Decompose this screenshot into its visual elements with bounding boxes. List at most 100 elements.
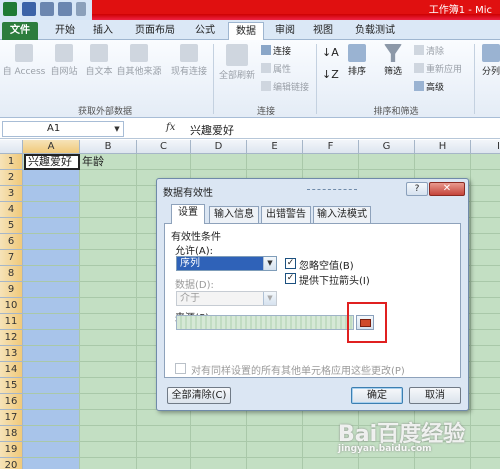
- ok-button[interactable]: 确定: [351, 387, 403, 404]
- row-header-7[interactable]: 7: [0, 250, 23, 266]
- sort-az-button[interactable]: ↓A: [322, 46, 339, 59]
- row-header-12[interactable]: 12: [0, 330, 23, 346]
- reapply-button[interactable]: 重新应用: [414, 62, 462, 75]
- apply-all-checkbox: [175, 363, 186, 374]
- source-input[interactable]: [176, 315, 354, 330]
- row-header-2[interactable]: 2: [0, 170, 23, 186]
- redo-icon[interactable]: [58, 2, 72, 16]
- sort-icon: [348, 44, 366, 62]
- reapply-icon: [414, 63, 424, 73]
- help-button[interactable]: ?: [406, 182, 428, 196]
- column-header-e[interactable]: E: [247, 140, 303, 154]
- clear-button[interactable]: 清除: [414, 44, 444, 57]
- tab-review[interactable]: 审阅: [268, 22, 302, 40]
- ignore-blank-checkbox[interactable]: ✓: [285, 258, 296, 269]
- show-dropdown-checkbox[interactable]: ✓: [285, 273, 296, 284]
- from-access-button[interactable]: 自 Access: [2, 44, 46, 77]
- filter-button[interactable]: 筛选: [378, 44, 408, 77]
- row-header-6[interactable]: 6: [0, 234, 23, 250]
- row-header-14[interactable]: 14: [0, 362, 23, 378]
- apply-all-label: 对有同样设置的所有其他单元格应用这些更改(P): [191, 366, 405, 377]
- cell-a1[interactable]: 兴趣爱好: [24, 154, 80, 170]
- highlight-box: [347, 302, 387, 343]
- refresh-all-button[interactable]: 全部刷新: [216, 44, 258, 81]
- formula-bar: A1 ▼ fx 兴趣爱好: [0, 119, 500, 139]
- group-separator: [316, 44, 317, 114]
- row-header-1[interactable]: 1: [0, 154, 23, 170]
- watermark: Bai百度经验 jingyan.baidu.com: [338, 422, 466, 454]
- window-title: 工作簿1 - Mic: [428, 5, 492, 16]
- tab-data[interactable]: 数据: [228, 22, 264, 40]
- group-separator: [474, 44, 475, 114]
- row-header-3[interactable]: 3: [0, 186, 23, 202]
- column-header-d[interactable]: D: [191, 140, 247, 154]
- row-header-15[interactable]: 15: [0, 378, 23, 394]
- formula-input[interactable]: 兴趣爱好: [190, 122, 234, 138]
- existing-connections-button[interactable]: 现有连接: [168, 44, 210, 77]
- row-header-16[interactable]: 16: [0, 394, 23, 410]
- edit-links-button[interactable]: 编辑链接: [261, 80, 309, 93]
- name-box[interactable]: A1 ▼: [2, 121, 124, 137]
- column-header-b[interactable]: B: [80, 140, 137, 154]
- tab-home[interactable]: 开始: [48, 22, 82, 40]
- close-button[interactable]: ✕: [429, 182, 465, 196]
- properties-button[interactable]: 属性: [261, 62, 291, 75]
- clear-all-button[interactable]: 全部清除(C): [167, 387, 231, 404]
- cancel-button[interactable]: 取消: [409, 387, 461, 404]
- from-web-button[interactable]: 自网站: [46, 44, 82, 77]
- row-gridline: [23, 457, 500, 458]
- select-all-corner[interactable]: [0, 140, 23, 154]
- row-header-10[interactable]: 10: [0, 298, 23, 314]
- row-header-13[interactable]: 13: [0, 346, 23, 362]
- cell-b1[interactable]: 年龄: [82, 154, 104, 170]
- row-header-4[interactable]: 4: [0, 202, 23, 218]
- customize-toolbar-icon[interactable]: [76, 2, 86, 16]
- allow-select[interactable]: 序列 ▼: [176, 256, 277, 271]
- funnel-icon: [384, 44, 402, 62]
- row-header-17[interactable]: 17: [0, 410, 23, 426]
- group-separator: [213, 44, 214, 114]
- tab-settings[interactable]: 设置: [171, 204, 205, 224]
- save-icon[interactable]: [22, 2, 36, 16]
- group-label-sort-filter: 排序和筛选: [373, 107, 419, 117]
- allow-label: 允许(A):: [175, 246, 214, 257]
- row-header-8[interactable]: 8: [0, 266, 23, 282]
- data-select-value: 介于: [180, 293, 200, 304]
- insert-function-icon[interactable]: fx: [166, 122, 175, 133]
- row-header-20[interactable]: 20: [0, 458, 23, 469]
- split-columns-icon: [482, 44, 500, 62]
- tab-error-alert[interactable]: 出错警告: [261, 206, 311, 223]
- column-header-h[interactable]: H: [415, 140, 471, 154]
- advanced-button[interactable]: 高级: [414, 80, 444, 93]
- sort-button[interactable]: 排序: [342, 44, 372, 77]
- tab-page-layout[interactable]: 页面布局: [126, 22, 184, 40]
- tab-load-test[interactable]: 负载测试: [346, 22, 404, 40]
- column-header-i[interactable]: I: [471, 140, 500, 154]
- tab-view[interactable]: 视图: [306, 22, 340, 40]
- chevron-down-icon[interactable]: ▼: [112, 123, 122, 135]
- from-text-button[interactable]: 自文本: [82, 44, 116, 77]
- row-header-9[interactable]: 9: [0, 282, 23, 298]
- tab-ime-mode[interactable]: 输入法模式: [313, 206, 371, 223]
- text-to-columns-button[interactable]: 分列: [477, 44, 500, 77]
- row-header-18[interactable]: 18: [0, 426, 23, 442]
- row-header-19[interactable]: 19: [0, 442, 23, 458]
- excel-logo-icon: [3, 2, 17, 16]
- sort-za-button[interactable]: ↓Z: [322, 68, 339, 81]
- column-header-g[interactable]: G: [359, 140, 415, 154]
- connections-button[interactable]: 连接: [261, 44, 291, 57]
- from-other-sources-button[interactable]: 自其他来源: [114, 44, 164, 77]
- row-header-11[interactable]: 11: [0, 314, 23, 330]
- undo-icon[interactable]: [40, 2, 54, 16]
- tab-formulas[interactable]: 公式: [188, 22, 222, 40]
- tab-file[interactable]: 文件: [2, 22, 38, 40]
- tab-insert[interactable]: 插入: [86, 22, 120, 40]
- column-header-a[interactable]: A: [23, 140, 80, 154]
- row-header-5[interactable]: 5: [0, 218, 23, 234]
- tab-input-message[interactable]: 输入信息: [209, 206, 259, 223]
- data-select: 介于 ▼: [176, 291, 277, 306]
- column-header-c[interactable]: C: [137, 140, 191, 154]
- chevron-down-icon[interactable]: ▼: [263, 257, 276, 270]
- validation-criteria-heading: 有效性条件: [171, 232, 221, 243]
- column-header-f[interactable]: F: [303, 140, 359, 154]
